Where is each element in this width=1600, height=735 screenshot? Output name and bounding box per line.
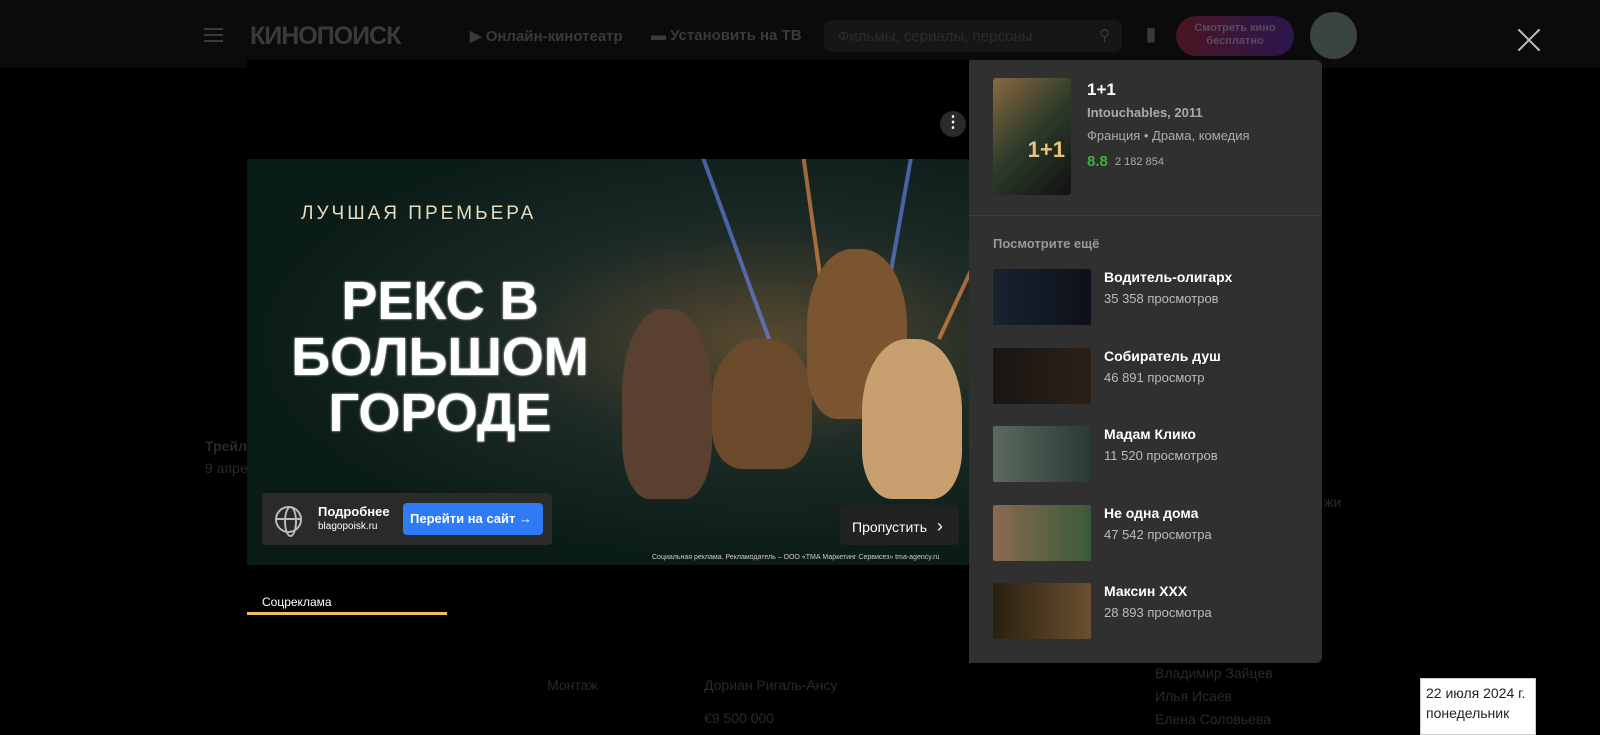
bg-text: Илья Исаев — [1155, 688, 1233, 704]
bg-text: Монтаж — [547, 677, 598, 693]
close-icon[interactable] — [1517, 28, 1541, 52]
nav-online-cinema[interactable]: ▶ Онлайн-кинотеатр — [470, 27, 623, 45]
movie-meta: Франция • Драма, комедия — [1087, 128, 1250, 143]
movie-votes: 2 182 854 — [1115, 156, 1164, 168]
clock-date: 22 июля 2024 г. — [1426, 685, 1526, 701]
bg-text: Дориан Ригаль-Ансу — [704, 677, 838, 693]
item-title: Не одна дома — [1104, 505, 1199, 521]
thumbnail — [993, 583, 1091, 639]
list-item[interactable]: Мадам Клико 11 520 просмотров — [993, 426, 1313, 482]
more-heading: Посмотрите ещё — [993, 236, 1100, 251]
avatar[interactable] — [1310, 12, 1357, 59]
ad-tab-label: Соцреклама — [262, 595, 332, 609]
more-options-icon[interactable]: ⋮ — [940, 111, 966, 137]
ad-legal: Социальная реклама. Рекламодатель – ООО … — [652, 554, 940, 561]
item-title: Водитель-олигарх — [1104, 269, 1233, 285]
movie-poster[interactable]: 1+1 — [993, 78, 1071, 195]
bookmark-icon[interactable]: ▮ — [1146, 24, 1156, 45]
bg-text: €9 500 000 — [704, 710, 775, 726]
skip-label: Пропустить — [852, 519, 927, 535]
search-icon[interactable]: ⚲ — [1099, 26, 1110, 44]
nav-label: Онлайн-кинотеатр — [485, 28, 623, 45]
bg-text: 9 апре — [205, 460, 248, 476]
more-label: Подробнее — [318, 504, 390, 519]
chevron-right-icon: › — [936, 516, 943, 536]
light-ray — [937, 159, 969, 340]
bg-text: Владимир Зайцев — [1155, 665, 1273, 681]
item-views: 11 520 просмотров — [1104, 448, 1218, 463]
skip-button[interactable]: Пропустить › — [840, 505, 959, 545]
movie-panel: 1+1 1+1 Intouchables, 2011 Франция • Дра… — [969, 60, 1322, 663]
logo[interactable]: КИНОПОИСК — [250, 22, 401, 51]
list-item[interactable]: Собиратель душ 46 891 просмотр — [993, 348, 1313, 404]
thumbnail — [993, 426, 1091, 482]
search-input[interactable]: Фильмы, сериалы, персоны ⚲ — [824, 20, 1122, 52]
list-item[interactable]: Максин XXX 28 893 просмотра — [993, 583, 1313, 639]
item-views: 35 358 просмотров — [1104, 291, 1219, 306]
item-views: 46 891 просмотр — [1104, 370, 1205, 385]
ad-info-box: Подробнее blagopoisk.ru Перейти на сайт … — [262, 493, 552, 545]
dog-image — [862, 339, 962, 499]
movie-title[interactable]: 1+1 — [1087, 80, 1116, 100]
bg-text: Трейл — [205, 438, 247, 454]
item-title: Собиратель душ — [1104, 348, 1221, 364]
watch-free-button[interactable]: Смотреть кино бесплатно — [1176, 16, 1294, 56]
clock-tooltip: 22 июля 2024 г. понедельник — [1420, 678, 1536, 735]
thumbnail — [993, 269, 1091, 325]
dog-image — [712, 339, 812, 469]
item-title: Мадам Клико — [1104, 426, 1196, 442]
search-placeholder: Фильмы, сериалы, персоны — [838, 28, 1033, 45]
item-views: 28 893 просмотра — [1104, 605, 1212, 620]
movie-rating: 8.8 — [1087, 153, 1108, 170]
light-ray — [691, 159, 771, 340]
movie-original: Intouchables, 2011 — [1087, 105, 1203, 120]
menu-icon[interactable] — [204, 28, 223, 42]
ad-title: РЕКС В БОЛЬШОМ ГОРОДЕ — [291, 271, 589, 443]
ad-progress-bar — [247, 612, 447, 615]
dog-image — [622, 309, 712, 499]
thumbnail — [993, 348, 1091, 404]
nav-label: Установить на ТВ — [670, 27, 802, 44]
clock-day: понедельник — [1426, 705, 1510, 721]
thumbnail — [993, 505, 1091, 561]
ad-domain[interactable]: blagopoisk.ru — [318, 521, 377, 532]
list-item[interactable]: Водитель-олигарх 35 358 просмотров — [993, 269, 1313, 325]
go-to-site-button[interactable]: Перейти на сайт → — [403, 503, 543, 535]
ad-premiere: ЛУЧШАЯ ПРЕМЬЕРА — [301, 203, 537, 224]
bg-text: жи — [1324, 494, 1342, 510]
bg-text: Елена Соловьева — [1155, 711, 1271, 727]
header: КИНОПОИСК ▶ Онлайн-кинотеатр ▬ Установит… — [0, 0, 1600, 68]
item-title: Максин XXX — [1104, 583, 1188, 599]
item-views: 47 542 просмотра — [1104, 527, 1212, 542]
divider — [969, 215, 1322, 216]
list-item[interactable]: Не одна дома 47 542 просмотра — [993, 505, 1313, 561]
globe-icon — [275, 506, 302, 537]
nav-install-tv[interactable]: ▬ Установить на ТВ — [651, 27, 802, 44]
poster-title: 1+1 — [1027, 137, 1065, 162]
